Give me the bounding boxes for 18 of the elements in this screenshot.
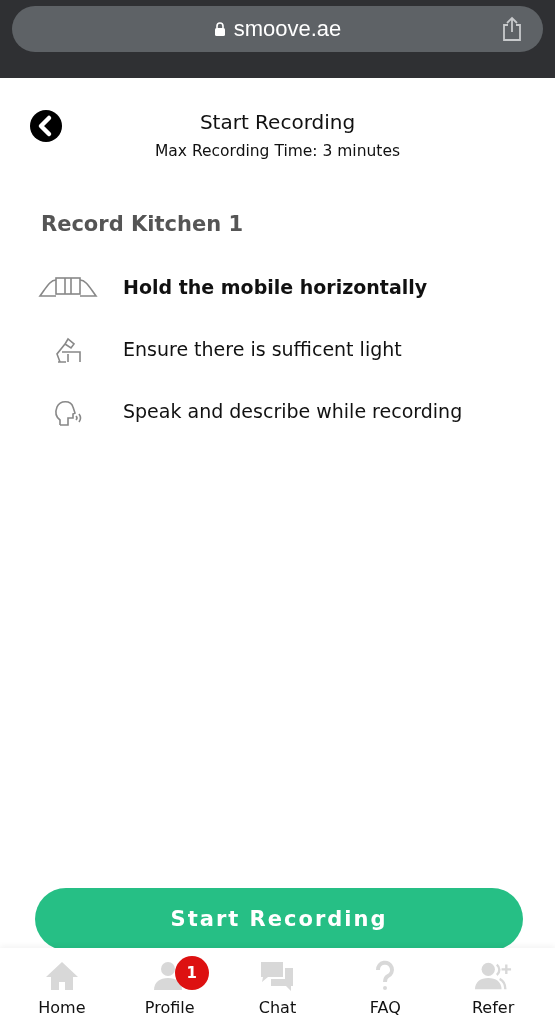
share-icon[interactable] (501, 16, 523, 42)
address-bar[interactable]: smoove.ae (12, 6, 543, 52)
notification-badge: 1 (174, 956, 209, 990)
nav-label[interactable]: Profile (144, 998, 195, 1017)
tip-text: Speak and describe while recording (123, 400, 463, 422)
page-subtitle: Max Recording Time: 3 minutes (153, 142, 401, 160)
nav-label[interactable]: FAQ (369, 998, 401, 1017)
lock-icon (213, 22, 226, 36)
tip-text: Ensure there is sufficent light (123, 338, 402, 360)
nav-label[interactable]: Refer (471, 998, 515, 1017)
url-text: smoove.ae (233, 16, 342, 42)
tip-text: Hold the mobile horizontally (123, 276, 428, 298)
page-title: Start Recording (198, 109, 357, 136)
nav-label[interactable]: Chat (258, 998, 297, 1017)
section-title: Record Kitchen 1 (40, 211, 244, 236)
nav-label[interactable]: Home (38, 998, 86, 1017)
add-person-icon[interactable] (474, 960, 513, 992)
back-icon[interactable] (30, 110, 62, 142)
